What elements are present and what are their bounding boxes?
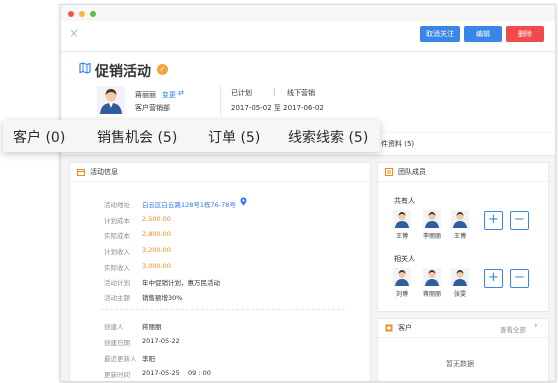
- close-icon[interactable]: ×: [69, 26, 79, 40]
- team-members-panel: 团队成员 共有人 王博 李丽丽 王博 + − 相关人 刘博 蒋丽丽 张雯 + −: [377, 162, 549, 312]
- related-label: 相关人: [394, 255, 415, 263]
- activity-info-panel: 活动信息 活动地址 白云区白云路128号1栋76-78号 计划成本 2,500.…: [69, 162, 371, 381]
- last-updater-value: 李阳: [142, 355, 155, 363]
- change-owner-link[interactable]: 变更: [162, 90, 176, 100]
- created-date-value: 2017-05-22: [142, 337, 180, 345]
- activity-status: 已计划: [231, 89, 252, 97]
- field-label: 计划成本: [104, 217, 130, 225]
- add-related-button[interactable]: +: [484, 269, 503, 288]
- tab-leads[interactable]: 线索线索 (5): [288, 127, 368, 147]
- activity-date-range: 2017-05-02 至 2017-06-02: [231, 104, 324, 112]
- member-avatar: [451, 210, 469, 228]
- field-label: 活动地址: [104, 201, 130, 209]
- activity-address-link[interactable]: 白云区白云路128号1栋76-78号: [142, 199, 236, 209]
- tab-customers[interactable]: 客户 (0): [13, 127, 65, 147]
- app-window: × 取消关注 编辑 删除 促销活动 ✓ 蒋丽丽 变更 ⇄ 客户营销部 已计划 |…: [60, 4, 556, 382]
- team-icon: [385, 168, 393, 176]
- activity-info-title: 活动信息: [90, 168, 118, 176]
- customer-panel: 客户 查看全部 › 暂无数据: [377, 318, 549, 381]
- team-member[interactable]: 蒋丽丽: [420, 268, 444, 298]
- field-label: 创建人: [104, 323, 124, 331]
- actual-cost-value: 2,800.00: [142, 230, 171, 238]
- owner-name: 蒋丽丽: [135, 91, 156, 99]
- owners-label: 共有人: [394, 197, 415, 205]
- field-label: 活动主题: [104, 294, 130, 302]
- updated-time-value: 2017-05-25 09 : 00: [142, 369, 211, 377]
- remove-related-button[interactable]: −: [510, 269, 529, 288]
- owner-department: 客户营销部: [135, 104, 170, 112]
- location-pin-icon[interactable]: [240, 197, 247, 206]
- tab-opportunities[interactable]: 销售机会 (5): [97, 127, 177, 147]
- verified-badge-icon: ✓: [157, 64, 168, 75]
- member-name: 蒋丽丽: [422, 291, 441, 298]
- field-label: 实际收入: [104, 264, 130, 272]
- tab-orders[interactable]: 订单 (5): [208, 127, 260, 147]
- remove-owner-button[interactable]: −: [510, 211, 529, 230]
- customer-icon: [385, 324, 393, 332]
- field-label: 更新时间: [104, 371, 130, 379]
- unfollow-button[interactable]: 取消关注: [420, 26, 460, 42]
- tab-bar: 客户 (0) 销售机会 (5) 订单 (5) 线索线索 (5): [3, 120, 380, 152]
- map-icon: [79, 62, 91, 74]
- member-avatar: [393, 268, 411, 286]
- delete-button[interactable]: 删除: [506, 26, 544, 42]
- customer-panel-header: 客户 查看全部 ›: [378, 319, 548, 338]
- creator-value: 蒋丽丽: [142, 323, 162, 331]
- activity-theme-value: 销售额增30%: [142, 294, 183, 302]
- window-titlebar: [61, 5, 555, 21]
- page-title: 促销活动: [95, 64, 151, 80]
- team-members-title: 团队成员: [398, 168, 426, 176]
- chevron-right-icon[interactable]: ›: [534, 321, 538, 331]
- member-name: 张雯: [453, 291, 466, 298]
- member-name: 李丽丽: [422, 233, 441, 240]
- window-close-dot[interactable]: [68, 11, 74, 17]
- actual-revenue-value: 3,000.00: [142, 262, 171, 270]
- member-avatar: [451, 268, 469, 286]
- empty-state-text: 暂无数据: [446, 360, 474, 368]
- planned-revenue-value: 3,200.00: [142, 246, 171, 254]
- owner-avatar: [97, 86, 125, 114]
- calendar-icon: [77, 169, 85, 176]
- activity-channel: 线下营销: [287, 89, 315, 97]
- customer-panel-title: 客户: [398, 324, 412, 332]
- activity-info-header: 活动信息: [70, 163, 370, 182]
- member-name: 王博: [453, 233, 466, 240]
- header-divider: [220, 84, 221, 116]
- team-member[interactable]: 刘博: [390, 268, 414, 298]
- toolbar: × 取消关注 编辑 删除: [61, 21, 555, 52]
- field-label: 活动计划: [104, 279, 130, 287]
- team-member[interactable]: 张雯: [448, 268, 472, 298]
- field-label: 创建日期: [104, 339, 130, 347]
- add-owner-button[interactable]: +: [484, 211, 503, 230]
- window-maximize-dot[interactable]: [90, 11, 96, 17]
- status-separator: |: [273, 88, 276, 96]
- field-label: 实际成本: [104, 232, 130, 240]
- tab-attachments-fragment[interactable]: 件资料 (5): [381, 139, 414, 149]
- team-member[interactable]: 王博: [448, 210, 472, 240]
- planned-cost-value: 2,500.00: [142, 215, 171, 223]
- member-avatar: [423, 210, 441, 228]
- member-name: 刘博: [395, 291, 408, 298]
- member-name: 王博: [395, 233, 408, 240]
- edit-button[interactable]: 编辑: [464, 26, 502, 42]
- activity-plan-value: 年中促销计划，惠万民活动: [142, 279, 220, 287]
- section-divider: [100, 309, 345, 310]
- team-member[interactable]: 王博: [390, 210, 414, 240]
- member-avatar: [393, 210, 411, 228]
- field-label: 计划收入: [104, 248, 130, 256]
- field-label: 最近更新人: [104, 355, 137, 363]
- switch-icon[interactable]: ⇄: [178, 89, 184, 97]
- view-all-link[interactable]: 查看全部: [500, 324, 526, 334]
- team-member[interactable]: 李丽丽: [420, 210, 444, 240]
- member-avatar: [423, 268, 441, 286]
- window-minimize-dot[interactable]: [79, 11, 85, 17]
- team-members-header: 团队成员: [378, 163, 548, 182]
